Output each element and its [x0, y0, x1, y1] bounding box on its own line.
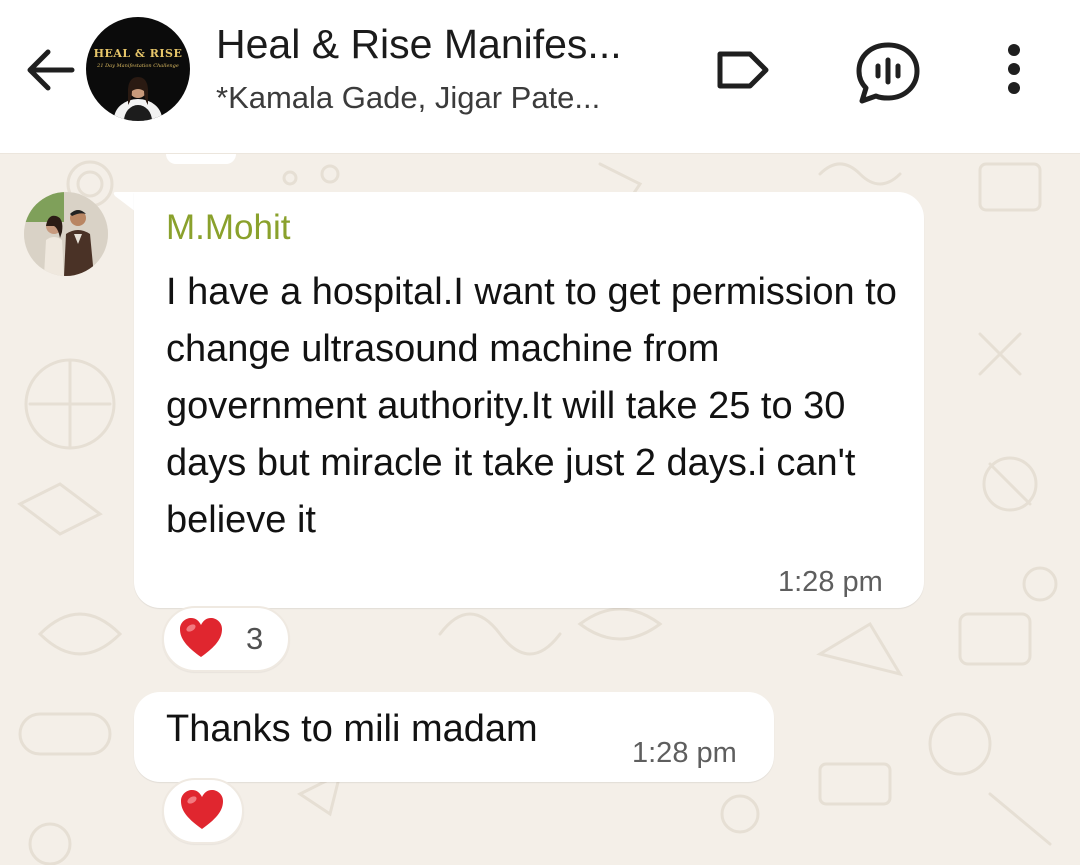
- group-avatar[interactable]: HEAL & RISE 21 Day Manifestation Challen…: [86, 17, 190, 121]
- heart-icon: [180, 618, 222, 657]
- previous-message-edge: [166, 154, 236, 164]
- sender-avatar[interactable]: [24, 192, 108, 276]
- message-timestamp: 1:28 pm: [632, 737, 737, 769]
- bubble-tail: [113, 192, 136, 212]
- chat-header: HEAL & RISE 21 Day Manifestation Challen…: [0, 0, 1080, 154]
- reaction-badge[interactable]: [162, 778, 244, 844]
- message-text: Thanks to mili madam: [166, 708, 538, 750]
- heart-icon: [181, 790, 223, 829]
- couple-photo-icon: [24, 192, 108, 276]
- voice-chat-icon: [856, 42, 920, 104]
- sender-name[interactable]: M.Mohit: [166, 208, 290, 248]
- more-options-button[interactable]: [994, 40, 1034, 102]
- message-timestamp: 1:28 pm: [778, 566, 883, 598]
- more-vertical-icon: [1008, 44, 1020, 94]
- chat-participants[interactable]: *Kamala Gade, Jigar Pate...: [216, 80, 600, 116]
- chat-title[interactable]: Heal & Rise Manifes...: [216, 21, 622, 68]
- label-button[interactable]: [712, 44, 776, 96]
- reaction-badge[interactable]: 3: [162, 606, 290, 672]
- label-tag-icon: [717, 51, 769, 89]
- arrow-left-icon: [27, 49, 75, 91]
- reaction-count: 3: [246, 621, 264, 656]
- person-silhouette-icon: [114, 77, 162, 121]
- back-button[interactable]: [20, 40, 80, 100]
- message-text: I have a hospital.I want to get permissi…: [166, 271, 897, 541]
- voice-chat-button[interactable]: [852, 40, 924, 106]
